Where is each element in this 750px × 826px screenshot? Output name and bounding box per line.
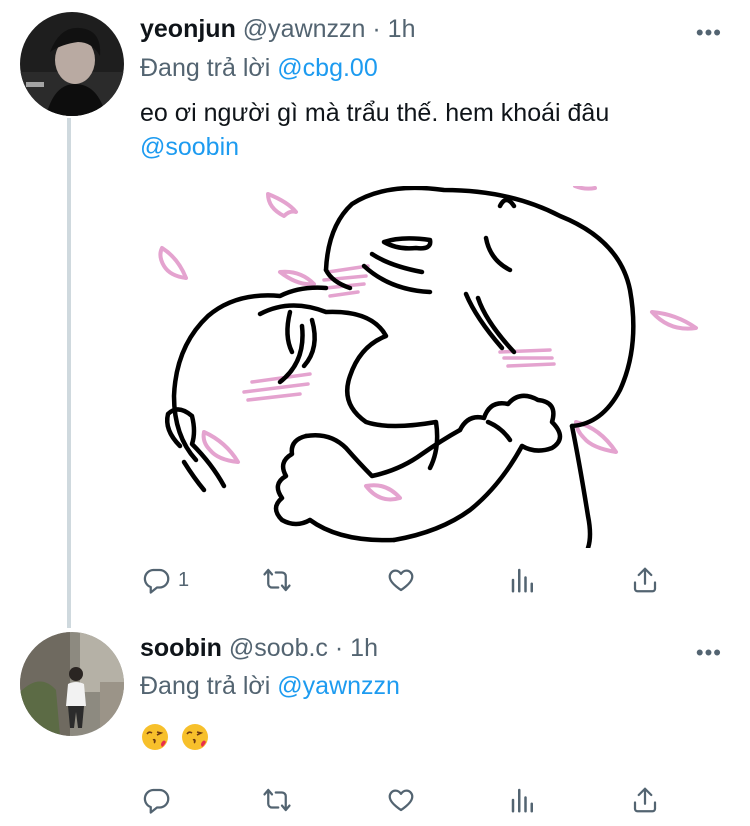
kissing-face-emoji (182, 724, 208, 750)
retweet-button[interactable] (262, 780, 292, 820)
tweet-header: soobin @soob.c · 1h (140, 634, 378, 663)
replying-to-mention[interactable]: @cbg.00 (277, 54, 377, 82)
retweet-button[interactable] (262, 560, 292, 600)
retweet-icon (263, 568, 291, 592)
tweet-image[interactable] (140, 186, 720, 548)
display-name[interactable]: yeonjun (140, 15, 236, 43)
replying-to: Đang trả lời @yawnzzn (140, 672, 400, 701)
timestamp[interactable]: · 1h (335, 634, 378, 662)
analytics-icon (511, 568, 533, 593)
kissing-face-emoji (142, 724, 168, 750)
tweet-text (140, 722, 210, 752)
tweet-actions: 1 (140, 560, 720, 600)
replying-to-mention[interactable]: @yawnzzn (277, 672, 400, 700)
share-button[interactable] (630, 560, 660, 600)
handle[interactable]: @soob.c (229, 634, 328, 662)
more-options-icon[interactable]: ••• (696, 640, 722, 666)
handle[interactable]: @yawnzzn (243, 15, 366, 43)
like-icon (388, 569, 414, 592)
more-options-icon[interactable]: ••• (696, 20, 722, 46)
mention-link[interactable]: @soobin (140, 130, 609, 164)
like-button[interactable] (386, 560, 416, 600)
tweet-text-line: eo ơi người gì mà trẩu thế. hem khoái đâ… (140, 99, 610, 127)
reply-button[interactable] (142, 780, 172, 820)
reply-icon (143, 568, 170, 594)
analytics-button[interactable] (508, 780, 538, 820)
share-icon (633, 787, 657, 813)
retweet-icon (263, 788, 291, 812)
analytics-icon (511, 788, 533, 813)
tweet-actions (140, 780, 720, 820)
timestamp[interactable]: · 1h (372, 15, 415, 43)
thread-connector-line (67, 118, 71, 628)
display-name[interactable]: soobin (140, 634, 222, 662)
reply-count: 1 (178, 568, 190, 591)
replying-to: Đang trả lời @cbg.00 (140, 54, 378, 83)
avatar-yeonjun[interactable] (20, 12, 124, 116)
tweet-text: eo ơi người gì mà trẩu thế. hem khoái đâ… (140, 96, 609, 164)
tweet-header: yeonjun @yawnzzn · 1h (140, 15, 416, 44)
reply-icon (143, 788, 170, 814)
like-icon (388, 789, 414, 812)
like-button[interactable] (386, 780, 416, 820)
share-icon (633, 567, 657, 593)
avatar-soobin[interactable] (20, 632, 124, 736)
share-button[interactable] (630, 780, 660, 820)
replying-to-label: Đang trả lời (140, 54, 271, 82)
analytics-button[interactable] (508, 560, 538, 600)
replying-to-label: Đang trả lời (140, 672, 271, 700)
reply-button[interactable]: 1 (142, 560, 189, 600)
